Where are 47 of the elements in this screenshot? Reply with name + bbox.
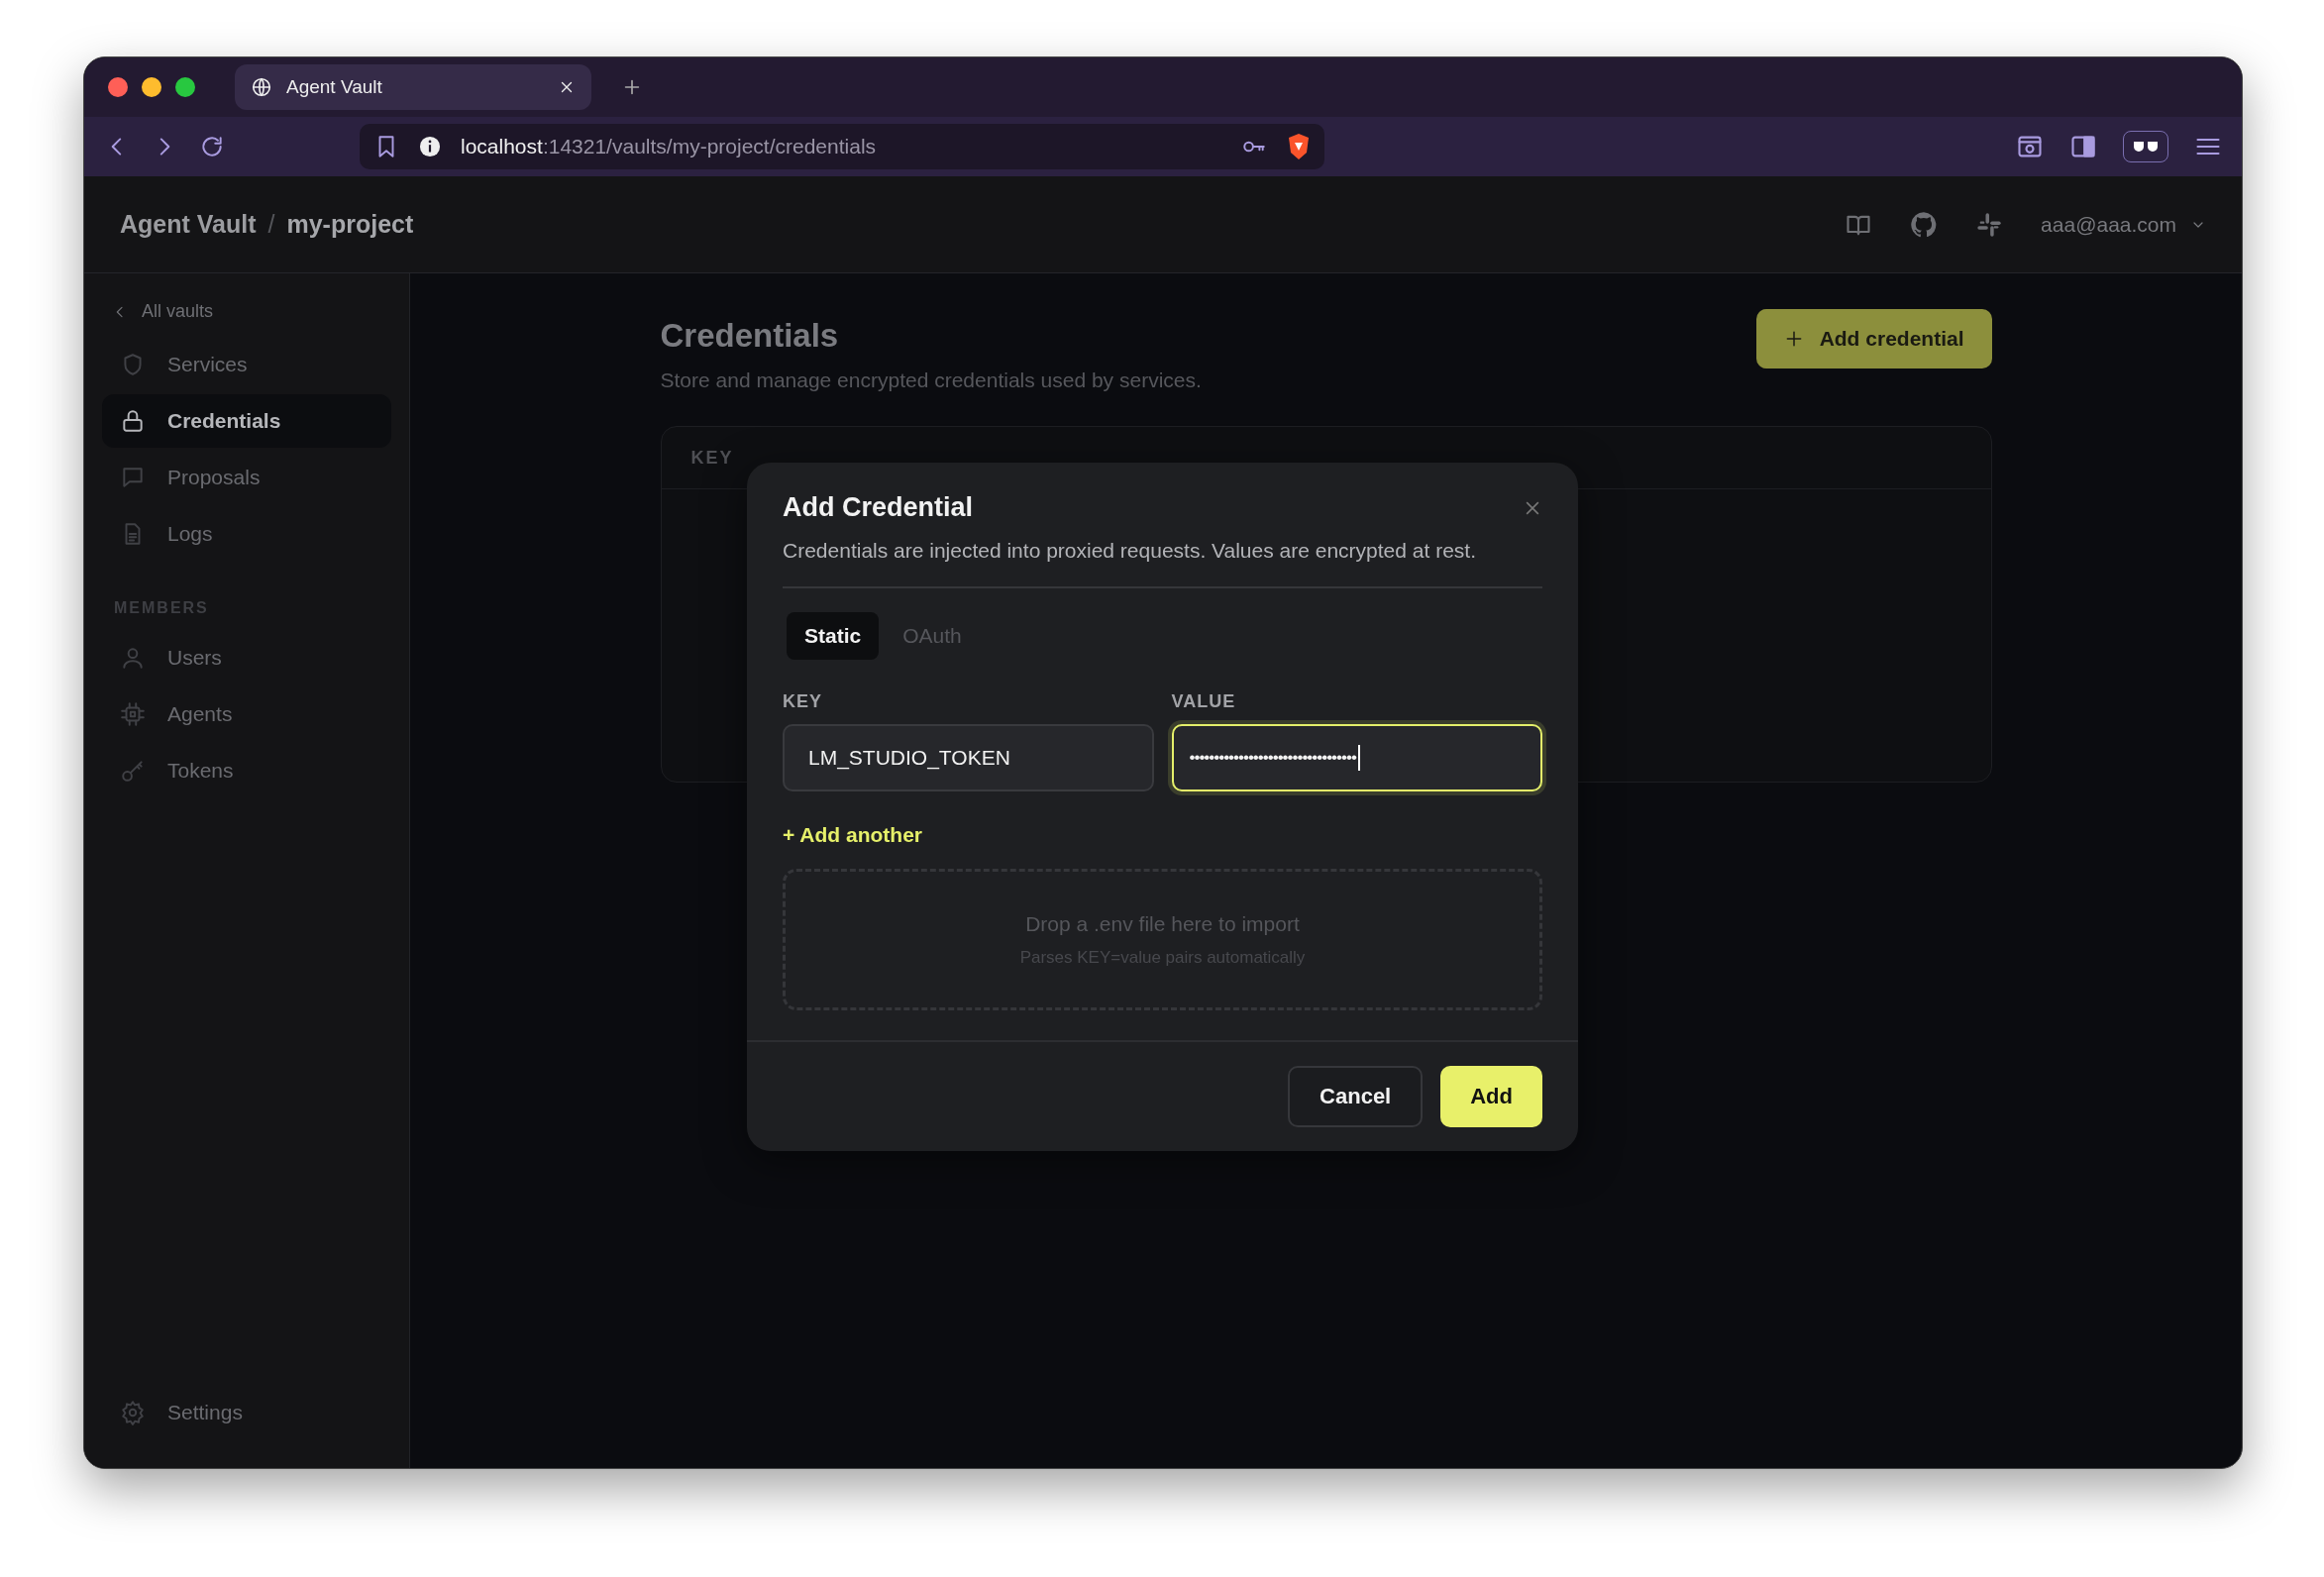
user-icon [120, 645, 146, 671]
gear-icon [120, 1400, 146, 1425]
sidebar-item[interactable]: Agents [102, 687, 391, 741]
github-icon[interactable] [1910, 210, 1939, 239]
breadcrumb-current: my-project [286, 210, 414, 239]
type-tab[interactable]: Static [787, 612, 880, 660]
sidebar-item[interactable]: Proposals [102, 451, 391, 504]
breadcrumb-link[interactable]: Agent Vault [120, 210, 257, 239]
input-field[interactable]: •••••••••••••••••••••••••••••••••• [1171, 724, 1542, 791]
zoom-window-dot[interactable] [175, 77, 195, 97]
add-button[interactable]: Add [1440, 1066, 1542, 1127]
key-icon [120, 758, 146, 784]
globe-icon [251, 76, 272, 98]
page-title: Credentials [660, 317, 840, 355]
back-link[interactable]: All vaults [102, 301, 391, 322]
chip-icon [120, 701, 146, 727]
url-text: localhost:14321/vaults/my-project/credentials [461, 135, 878, 158]
sidebar-item[interactable]: Services [102, 338, 391, 391]
glasses-icon[interactable] [2123, 131, 2168, 162]
sidebar-item[interactable]: Users [102, 631, 391, 684]
hash-grid-icon[interactable] [1975, 210, 2004, 239]
shield-icon[interactable] [1287, 133, 1311, 160]
dialog-title: Add Credential [783, 492, 974, 523]
breadcrumb-separator: / [267, 210, 275, 239]
browser-tab[interactable]: Agent Vault [235, 64, 591, 110]
page-subtitle: Store and manage encrypted credentials used by services. [660, 368, 1202, 392]
add-credential-button[interactable]: Add credential [1755, 309, 1992, 368]
sidebar-item[interactable]: Credentials [102, 394, 391, 448]
sidebar-item[interactable]: Tokens [102, 744, 391, 797]
minimize-window-dot[interactable] [142, 77, 161, 97]
info-icon[interactable] [419, 136, 441, 158]
add-another-link[interactable]: + Add another [783, 823, 922, 847]
input-field[interactable]: LM_STUDIO_TOKEN [783, 724, 1154, 791]
column-header: KEY [690, 447, 734, 469]
drop-zone-title: Drop a .env file here to import [1025, 911, 1300, 936]
reload-icon [199, 134, 225, 159]
field-label: KEY [783, 691, 822, 712]
cancel-button[interactable]: Cancel [1288, 1066, 1424, 1127]
dialog-description: Credentials are injected into proxied requests. Values are encrypted at rest. [783, 539, 1542, 588]
address-bar[interactable]: localhost:14321/vaults/my-project/credentials [360, 124, 1324, 169]
field-label: VALUE [1171, 691, 1236, 712]
close-window-dot[interactable] [108, 77, 128, 97]
sidebar-item[interactable]: Logs [102, 507, 391, 561]
sidebar-item[interactable]: Settings [102, 1386, 391, 1439]
chat-bubble-icon [120, 465, 146, 490]
lock-icon [120, 408, 146, 434]
user-menu[interactable]: aaa@aaa.com [2041, 212, 2206, 237]
